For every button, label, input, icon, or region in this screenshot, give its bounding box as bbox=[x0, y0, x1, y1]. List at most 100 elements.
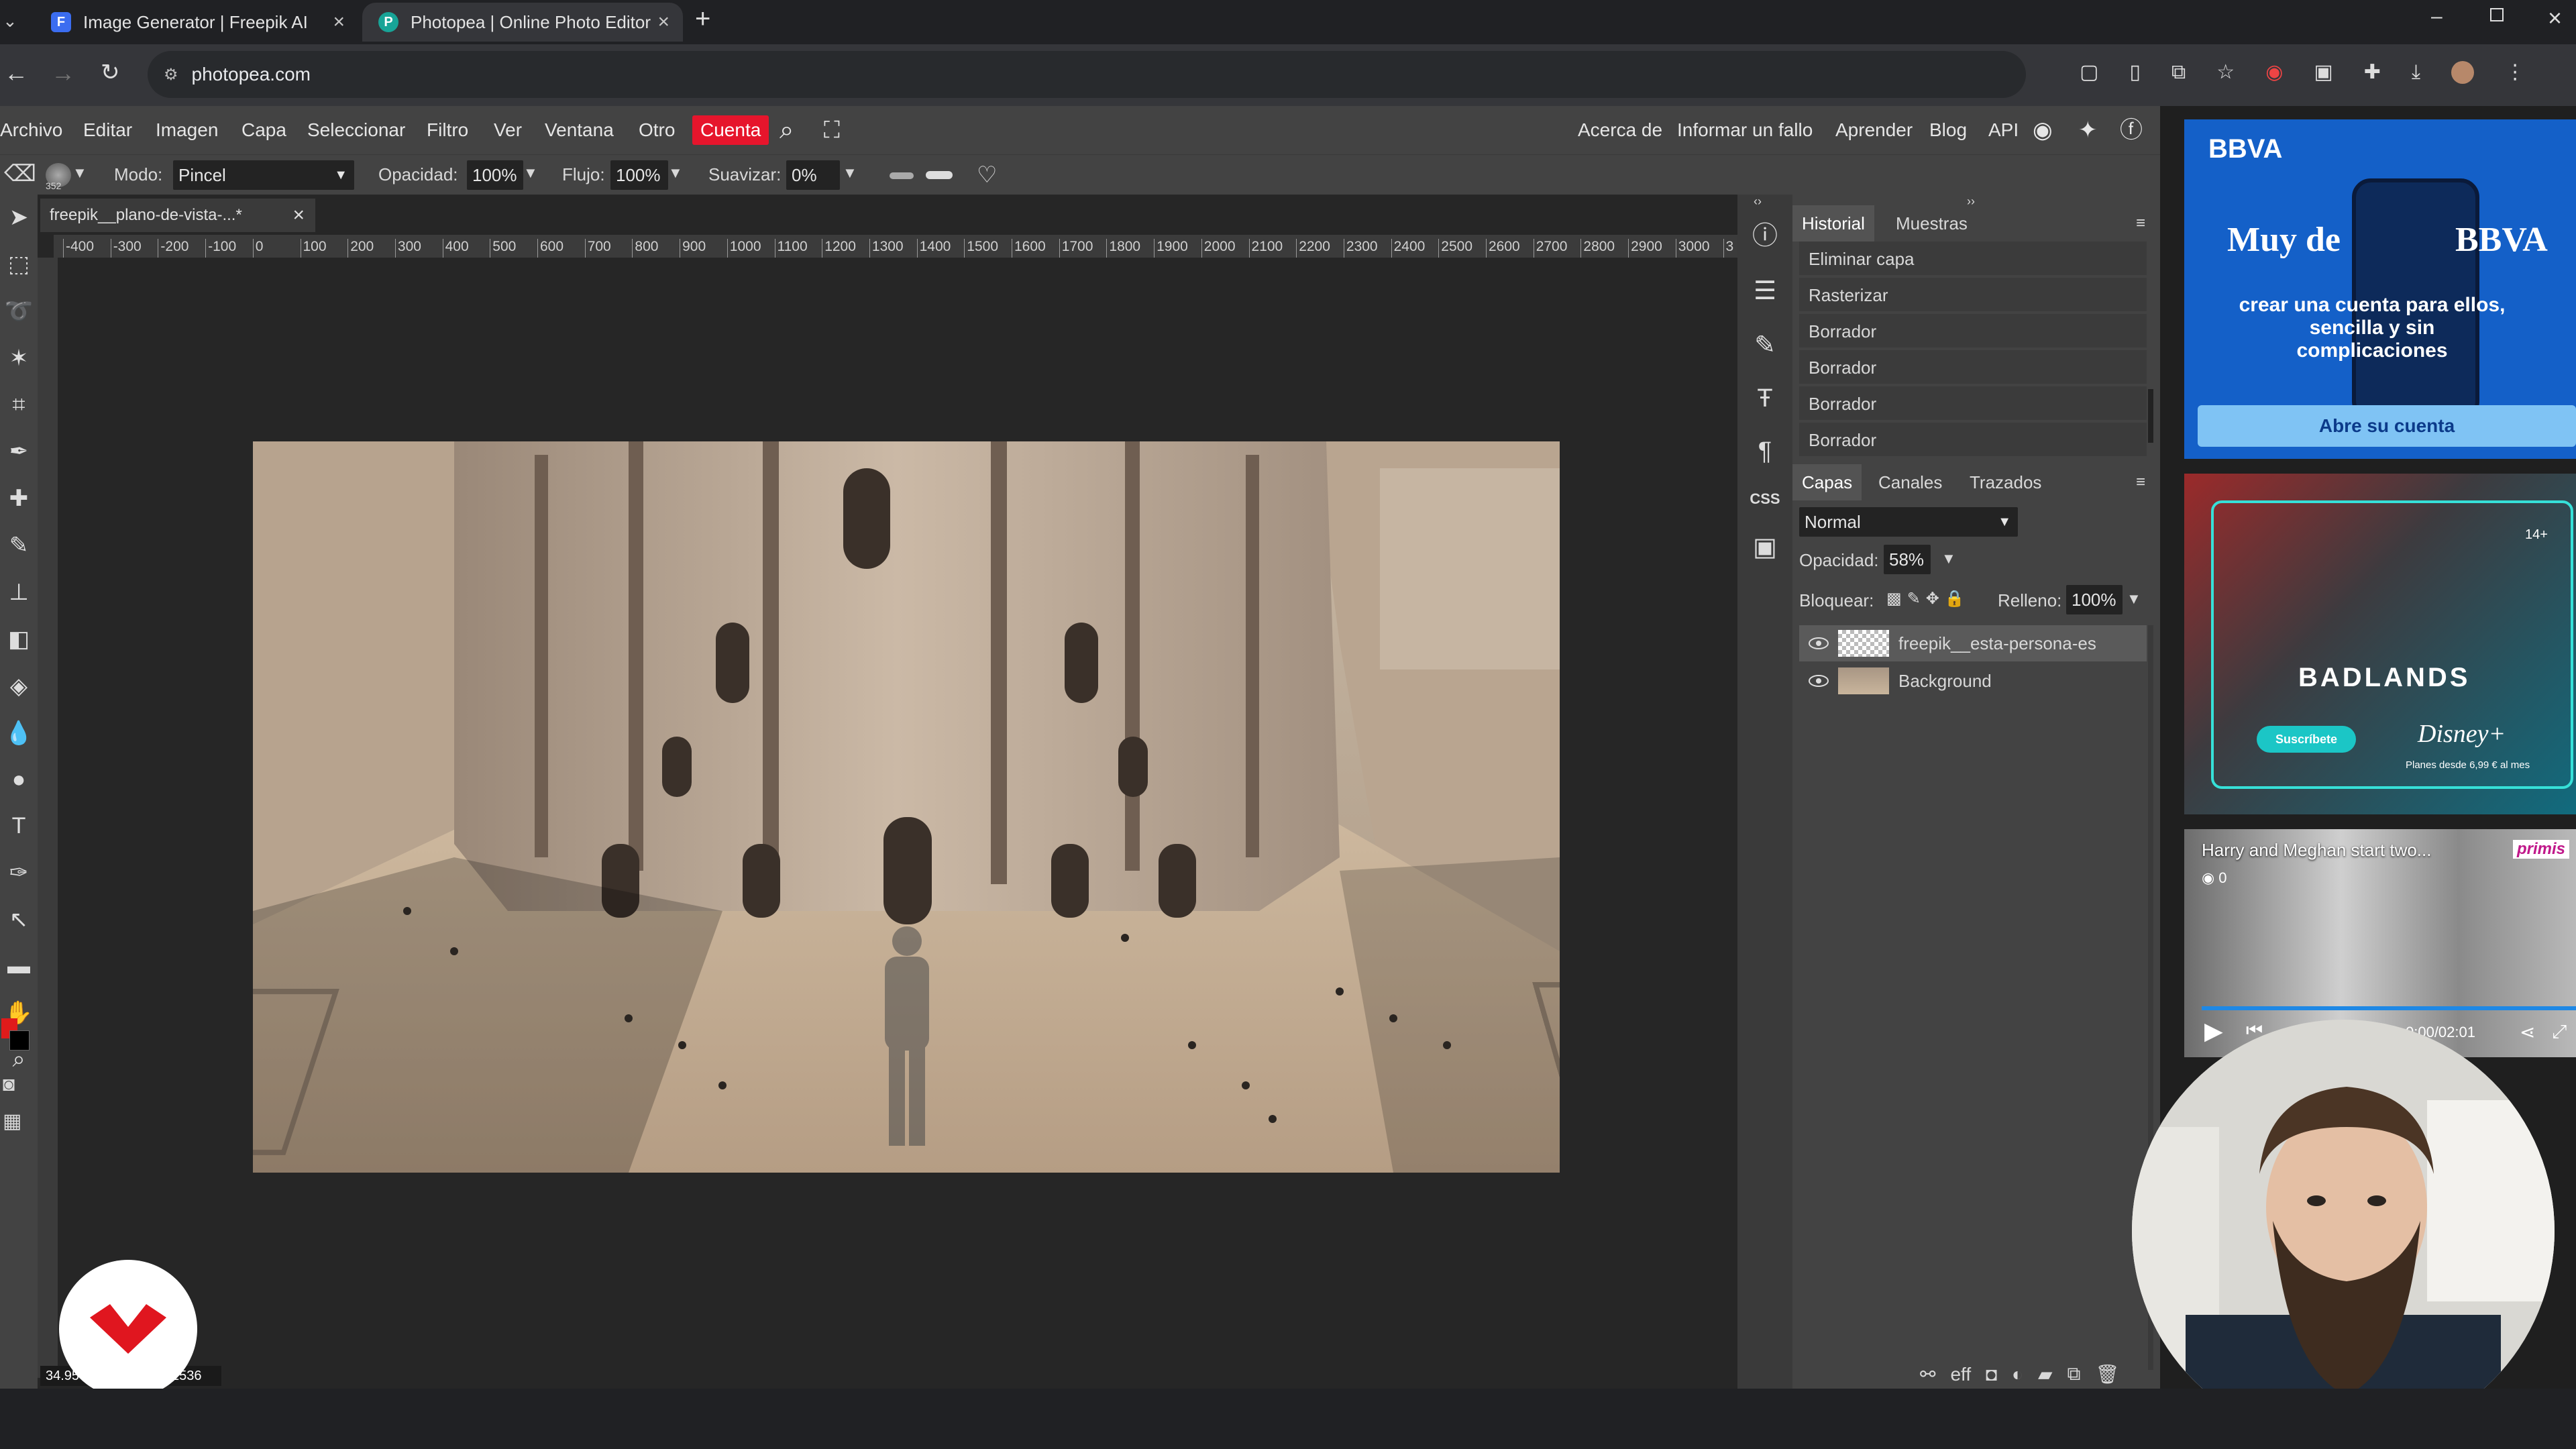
history-scrollbar[interactable] bbox=[2148, 389, 2153, 443]
menu-capa[interactable]: Capa bbox=[241, 106, 286, 154]
opacity-input[interactable]: 100% bbox=[467, 160, 523, 190]
screen-share-icon[interactable]: ⧉ bbox=[2171, 61, 2186, 84]
background-color-swatch[interactable] bbox=[9, 1030, 30, 1051]
menu-editar[interactable]: Editar bbox=[83, 106, 132, 154]
link-api[interactable]: API bbox=[1988, 106, 2019, 154]
screen-mode-icon[interactable]: ▦ bbox=[3, 1110, 21, 1133]
crop-tool-icon[interactable]: ⌗ bbox=[12, 392, 25, 418]
history-item[interactable]: Borrador bbox=[1799, 423, 2147, 458]
type-tool-icon[interactable]: T bbox=[12, 813, 26, 839]
fullscreen-icon[interactable]: ⛶ bbox=[824, 106, 840, 154]
healing-tool-icon[interactable]: ✚ bbox=[9, 485, 29, 512]
pen-tool-icon[interactable]: ✑ bbox=[9, 859, 29, 886]
forward-arrow-icon[interactable]: → bbox=[51, 59, 75, 87]
account-button[interactable]: Cuenta bbox=[692, 115, 769, 145]
layer-mask-icon[interactable]: ◘ bbox=[1986, 1364, 1997, 1385]
eraser-tool-icon[interactable]: ◧ bbox=[8, 626, 30, 653]
link-blog[interactable]: Blog bbox=[1929, 106, 1967, 154]
menu-archivo[interactable]: Archivo bbox=[0, 106, 62, 154]
fill-input[interactable]: 100% bbox=[2066, 585, 2123, 614]
profile-avatar-icon[interactable] bbox=[2451, 60, 2475, 84]
play-icon[interactable]: ▶ bbox=[2204, 1017, 2223, 1045]
tab-muestras[interactable]: Muestras bbox=[1886, 205, 1977, 241]
layer-row[interactable]: freepik__esta-persona-es bbox=[1799, 625, 2147, 661]
dodge-tool-icon[interactable]: ● bbox=[12, 767, 26, 793]
lasso-tool-icon[interactable]: ➰ bbox=[5, 298, 33, 325]
eye-icon[interactable] bbox=[1809, 637, 1829, 649]
brush-tool-icon[interactable]: ✎ bbox=[9, 532, 29, 559]
bookmark-star-icon[interactable]: ☆ bbox=[2216, 60, 2235, 84]
share-icon[interactable]: ⋖ bbox=[2520, 1021, 2535, 1043]
adjustment-layer-icon[interactable]: ◐ bbox=[2012, 1364, 2023, 1385]
close-document-icon[interactable]: × bbox=[292, 199, 305, 232]
history-item[interactable]: Eliminar capa bbox=[1799, 241, 2147, 276]
history-item[interactable]: Borrador bbox=[1799, 386, 2147, 421]
layer-row[interactable]: Background bbox=[1799, 663, 2147, 699]
close-window-icon[interactable]: × bbox=[2548, 4, 2562, 32]
pressure-size-icon[interactable] bbox=[890, 172, 914, 179]
blend-mode-select[interactable]: Normal ▼ bbox=[1799, 507, 2018, 537]
tab-canales[interactable]: Canales bbox=[1869, 464, 1951, 500]
path-select-tool-icon[interactable]: ↖ bbox=[9, 906, 29, 933]
browser-tab-freepik[interactable]: F Image Generator | Freepik AI × bbox=[35, 3, 358, 42]
link-layers-icon[interactable]: ⚯ bbox=[1920, 1363, 1935, 1385]
back-arrow-icon[interactable]: ← bbox=[4, 59, 28, 87]
bucket-tool-icon[interactable]: ◈ bbox=[10, 673, 28, 700]
minimize-window-icon[interactable]: – bbox=[2431, 5, 2443, 28]
new-group-icon[interactable]: ▰ bbox=[2038, 1363, 2053, 1385]
collapse-panels-icon[interactable]: ‹› bbox=[1754, 195, 1762, 209]
close-tab-icon[interactable]: × bbox=[333, 11, 345, 34]
bbva-advert[interactable]: BBVA Muy de BBVA crear una cuenta para e… bbox=[2184, 119, 2576, 459]
menu-seleccionar[interactable]: Seleccionar bbox=[307, 106, 405, 154]
bbva-cta-button[interactable]: Abre su cuenta bbox=[2198, 405, 2576, 447]
lock-all-icon[interactable]: 🔒 bbox=[1945, 589, 1965, 608]
document-tab[interactable]: freepik__plano-de-vista-...* × bbox=[40, 199, 315, 232]
site-settings-icon[interactable]: ⚙ bbox=[164, 65, 178, 85]
history-item[interactable]: Borrador bbox=[1799, 314, 2147, 349]
search-icon[interactable]: ⌕ bbox=[780, 106, 794, 154]
pressure-opacity-icon[interactable] bbox=[926, 171, 953, 179]
magic-wand-tool-icon[interactable]: ✶ bbox=[9, 345, 29, 372]
css-panel-icon[interactable]: CSS bbox=[1750, 490, 1780, 508]
eyedropper-tool-icon[interactable]: ✒ bbox=[9, 438, 29, 465]
menu-filtro[interactable]: Filtro bbox=[427, 106, 468, 154]
tab-trazados[interactable]: Trazados bbox=[1960, 464, 2051, 500]
eye-icon[interactable] bbox=[1809, 675, 1829, 687]
adjustments-icon[interactable]: ☰ bbox=[1754, 276, 1776, 306]
smooth-input[interactable]: 0% bbox=[786, 160, 840, 190]
layer-opacity-dropdown-icon[interactable]: ▼ bbox=[1941, 550, 1956, 568]
blur-tool-icon[interactable]: 💧 bbox=[5, 720, 33, 747]
video-progress-bar[interactable] bbox=[2202, 1006, 2576, 1010]
history-item[interactable]: Rasterizar bbox=[1799, 278, 2147, 313]
download-icon[interactable]: ⤓ bbox=[2412, 61, 2420, 84]
subscribe-button[interactable]: Suscríbete bbox=[2257, 726, 2356, 753]
layer-effects-icon[interactable]: eff bbox=[1950, 1364, 1971, 1385]
puzzle-extensions-icon[interactable]: ✚ bbox=[2364, 60, 2381, 84]
menu-ventana[interactable]: Ventana bbox=[545, 106, 614, 154]
menu-otro[interactable]: Otro bbox=[639, 106, 675, 154]
mode-select[interactable]: Pincel ▼ bbox=[173, 160, 354, 190]
new-tab-icon[interactable]: + bbox=[695, 4, 710, 34]
record-extension-icon[interactable]: ◉ bbox=[2265, 60, 2283, 84]
quick-mask-icon[interactable]: ◙ bbox=[3, 1073, 15, 1096]
fill-dropdown-icon[interactable]: ▼ bbox=[2127, 590, 2141, 608]
lock-transparency-icon[interactable]: ▩ bbox=[1886, 589, 1902, 608]
marquee-tool-icon[interactable]: ⬚ bbox=[8, 251, 30, 278]
link-informar-fallo[interactable]: Informar un fallo bbox=[1677, 106, 1813, 154]
address-bar[interactable]: ⚙ photopea.com bbox=[148, 51, 2026, 98]
opacity-dropdown-icon[interactable]: ▼ bbox=[523, 164, 538, 182]
info-icon[interactable]: ⓘ bbox=[1752, 215, 1778, 252]
layers-panel-menu-icon[interactable]: ≡ bbox=[2127, 464, 2155, 500]
extension-icon[interactable]: ▣ bbox=[2314, 60, 2332, 84]
link-aprender[interactable]: Aprender bbox=[1835, 106, 1913, 154]
reload-icon[interactable]: ↻ bbox=[101, 59, 120, 86]
canvas-image[interactable] bbox=[253, 441, 1560, 1173]
symmetry-heart-icon[interactable]: ♡ bbox=[977, 162, 997, 189]
eraser-tool-icon[interactable]: ⌫ bbox=[4, 160, 36, 187]
twitter-icon[interactable]: ✦ bbox=[2078, 106, 2098, 154]
menu-ver[interactable]: Ver bbox=[494, 106, 522, 154]
browser-menu-icon[interactable]: ⋮ bbox=[2505, 60, 2525, 84]
lock-pixels-icon[interactable]: ✎ bbox=[1907, 589, 1921, 608]
new-layer-icon[interactable]: ⧉ bbox=[2067, 1363, 2080, 1385]
paragraph-panel-icon[interactable]: ¶ bbox=[1758, 437, 1772, 466]
